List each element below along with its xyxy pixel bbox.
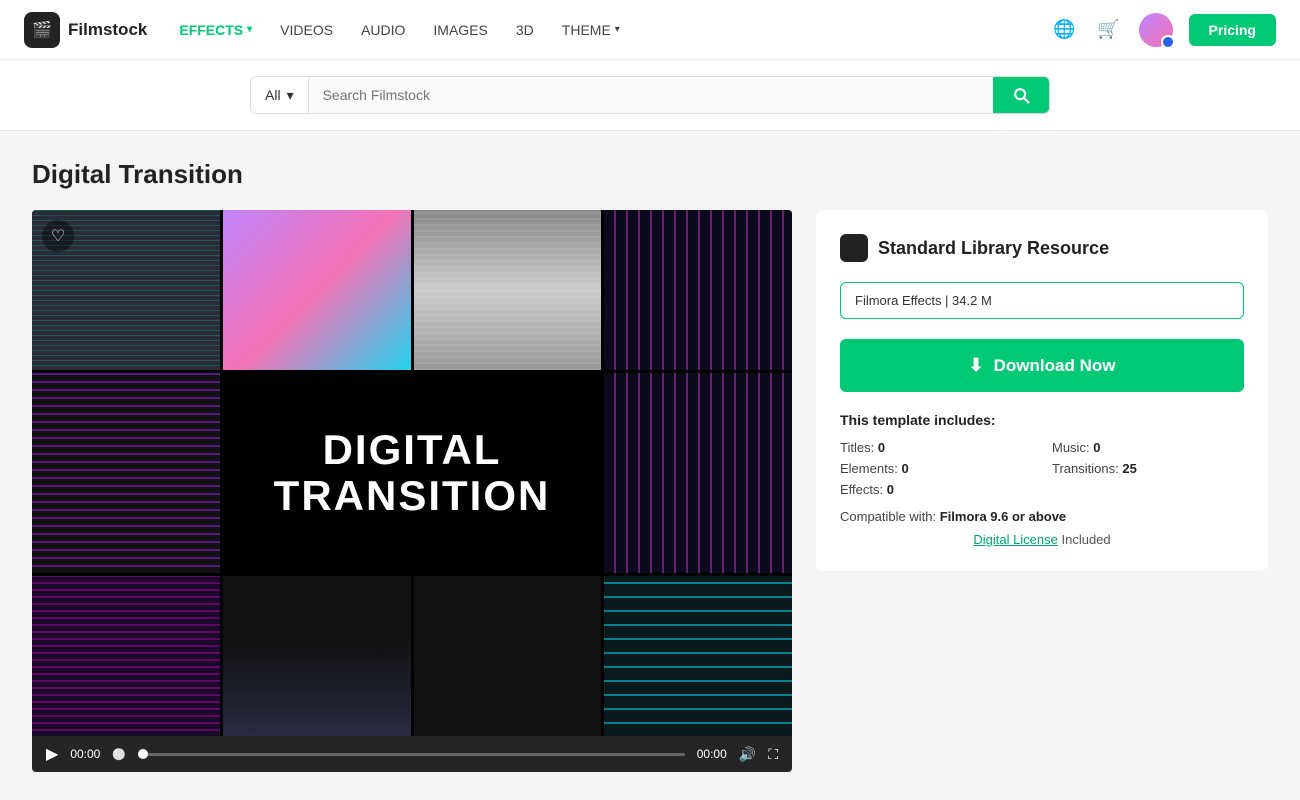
video-cell-6 xyxy=(604,373,792,573)
total-time: 00:00 xyxy=(697,747,727,761)
page-title: Digital Transition xyxy=(32,159,1268,190)
video-grid: DIGITAL TRANSITION xyxy=(32,210,792,736)
glitch-purple-overlay xyxy=(32,373,220,573)
search-input[interactable] xyxy=(309,77,993,113)
search-bar-area: All ▾ xyxy=(0,60,1300,131)
nav-images[interactable]: IMAGES xyxy=(433,22,487,38)
video-cell-10 xyxy=(604,576,792,736)
chevron-down-icon: ▾ xyxy=(247,24,252,35)
progress-indicator xyxy=(138,749,148,759)
video-panel: DIGITAL TRANSITION xyxy=(32,210,792,772)
main-content: Digital Transition xyxy=(0,131,1300,800)
template-includes-heading: This template includes: xyxy=(840,412,1244,428)
effects-row: Effects: 0 xyxy=(840,482,1032,497)
transitions-row: Transitions: 25 xyxy=(1052,461,1244,476)
search-button[interactable] xyxy=(993,77,1049,113)
elements-row: Elements: 0 xyxy=(840,461,1032,476)
content-row: DIGITAL TRANSITION xyxy=(32,210,1268,772)
logo-icon: 🎬 xyxy=(24,12,60,48)
video-cell-9 xyxy=(414,576,602,736)
download-icon: ⬇ xyxy=(969,355,984,376)
titles-row: Titles: 0 xyxy=(840,440,1032,455)
play-button[interactable]: ▶ xyxy=(46,744,58,764)
glitch-vertical-overlay xyxy=(604,210,792,370)
video-cell-4 xyxy=(604,210,792,370)
logo[interactable]: 🎬 Filmstock xyxy=(24,12,147,48)
nav-audio[interactable]: AUDIO xyxy=(361,22,405,38)
fullscreen-icon[interactable]: ⛶ xyxy=(768,746,778,763)
video-controls: ▶ 00:00 ⚪ 00:00 🔊 ⛶ xyxy=(32,736,792,772)
avatar[interactable] xyxy=(1139,13,1173,47)
favorite-button[interactable]: ♡ xyxy=(42,220,74,252)
pricing-button[interactable]: Pricing xyxy=(1189,14,1276,46)
glitch-noisy-overlay xyxy=(414,210,602,370)
resource-header: 🛡 Standard Library Resource xyxy=(840,234,1244,262)
video-cell-7 xyxy=(32,576,220,736)
search-category-select[interactable]: All ▾ xyxy=(251,77,309,113)
progress-bar[interactable] xyxy=(138,753,685,756)
download-button[interactable]: ⬇ Download Now xyxy=(840,339,1244,392)
video-center-cell: DIGITAL TRANSITION xyxy=(223,373,602,573)
progress-dot-indicator: ⚪ xyxy=(112,748,126,761)
resource-title: Standard Library Resource xyxy=(878,238,1109,259)
download-label: Download Now xyxy=(994,356,1116,376)
video-cell-8 xyxy=(223,576,411,736)
header-right: 🌐 🛒 Pricing xyxy=(1051,13,1276,47)
chevron-down-icon: ▾ xyxy=(615,24,620,35)
right-panel: 🛡 Standard Library Resource Filmora Effe… xyxy=(816,210,1268,571)
digital-license-link[interactable]: Digital License xyxy=(973,532,1058,547)
license-included-text: Included xyxy=(1062,532,1111,547)
cyan-overlay xyxy=(604,576,792,736)
license-row: Digital License Included xyxy=(840,532,1244,547)
compatible-row: Compatible with: Filmora 9.6 or above xyxy=(840,509,1244,524)
search-icon xyxy=(1011,85,1031,105)
cart-icon[interactable]: 🛒 xyxy=(1095,16,1123,44)
nav-3d[interactable]: 3D xyxy=(516,22,534,38)
file-info-box: Filmora Effects | 34.2 M xyxy=(840,282,1244,319)
glitch-dark-overlay xyxy=(32,576,220,736)
avatar-badge xyxy=(1161,35,1175,49)
glitch-v2-overlay xyxy=(604,373,792,573)
chevron-down-icon: ▾ xyxy=(287,87,294,104)
main-nav: EFFECTS ▾ VIDEOS AUDIO IMAGES 3D THEME ▾ xyxy=(179,22,1018,38)
nav-videos[interactable]: VIDEOS xyxy=(280,22,333,38)
nav-theme[interactable]: THEME ▾ xyxy=(562,22,620,38)
logo-text: Filmstock xyxy=(68,20,147,40)
header: 🎬 Filmstock EFFECTS ▾ VIDEOS AUDIO IMAGE… xyxy=(0,0,1300,60)
digital-title: DIGITAL TRANSITION xyxy=(274,427,551,519)
dark-cell xyxy=(414,576,602,736)
volume-icon[interactable]: 🔊 xyxy=(739,746,756,763)
current-time: 00:00 xyxy=(70,747,100,761)
video-cell-2 xyxy=(223,210,411,370)
water-overlay xyxy=(223,576,411,736)
globe-icon[interactable]: 🌐 xyxy=(1051,16,1079,44)
shield-icon: 🛡 xyxy=(840,234,868,262)
search-container: All ▾ xyxy=(250,76,1050,114)
includes-grid: Titles: 0 Music: 0 Elements: 0 Transitio… xyxy=(840,440,1244,497)
nav-effects[interactable]: EFFECTS ▾ xyxy=(179,22,252,38)
video-cell-5 xyxy=(32,373,220,573)
video-cell-3 xyxy=(414,210,602,370)
music-row: Music: 0 xyxy=(1052,440,1244,455)
